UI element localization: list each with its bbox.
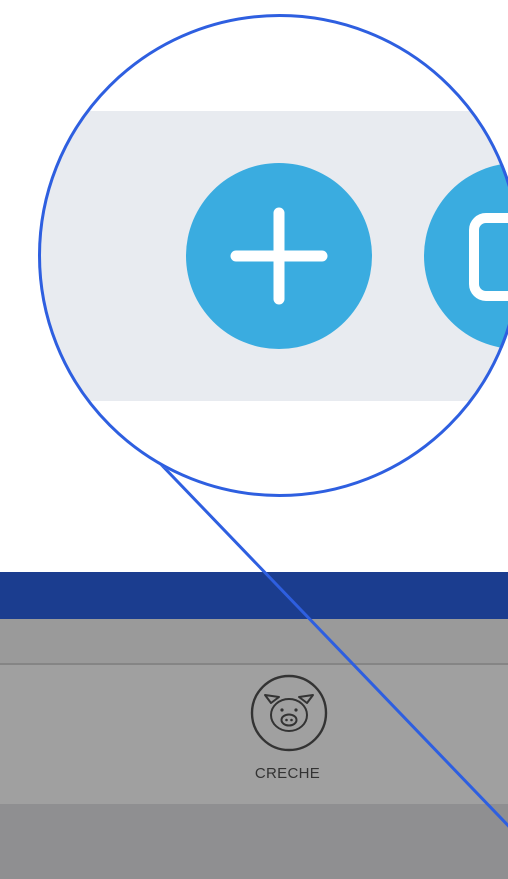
add-button[interactable] <box>186 163 372 349</box>
magnifier <box>38 14 508 497</box>
app-header <box>0 572 508 619</box>
plus-icon <box>230 207 328 305</box>
edit-button[interactable] <box>424 163 508 349</box>
screenshot-stage: CRECHE <box>0 0 508 879</box>
app-footer <box>0 804 508 879</box>
pig-icon <box>250 674 328 752</box>
category-creche[interactable]: CRECHE <box>244 673 334 782</box>
category-label: CRECHE <box>254 765 321 782</box>
edit-icon <box>469 213 508 301</box>
app-subheader <box>0 619 508 665</box>
